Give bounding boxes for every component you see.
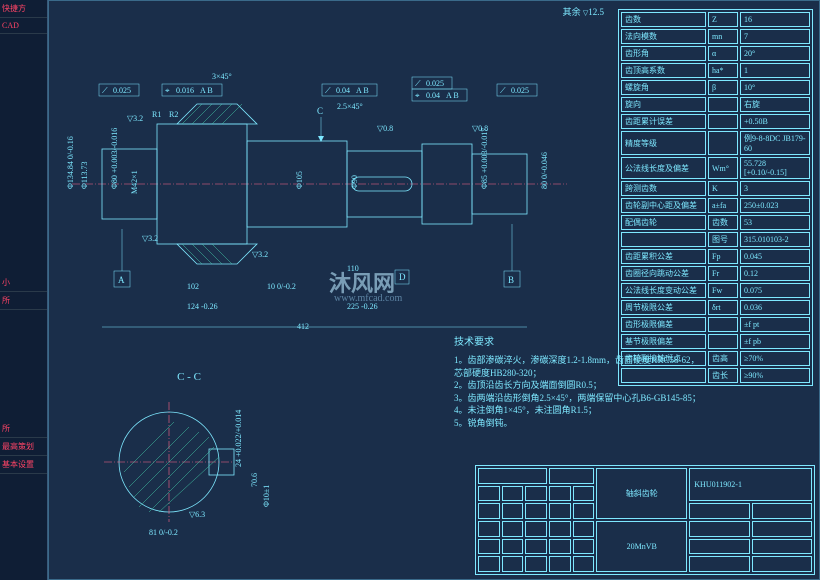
- drawing-canvas: 其余 ▽12.5 齿数Z16法向模数mn7齿形角α20°齿顶高系数ha*1螺旋角…: [48, 0, 820, 580]
- svg-text:▽0.8: ▽0.8: [472, 124, 488, 133]
- svg-text:▽6.3: ▽6.3: [189, 510, 205, 519]
- svg-text:Φ85 +0.003/-0.017: Φ85 +0.003/-0.017: [480, 128, 489, 189]
- svg-text:0.025: 0.025: [426, 79, 444, 88]
- svg-text:⌖: ⌖: [415, 91, 420, 100]
- sidebar-tab[interactable]: 所: [0, 292, 47, 310]
- svg-text:102: 102: [187, 282, 199, 291]
- svg-text:▽3.2: ▽3.2: [127, 114, 143, 123]
- sidebar-tab[interactable]: 最高策划: [0, 438, 47, 456]
- svg-text:R2: R2: [169, 110, 178, 119]
- section-c-c: C - C 81 0/-0.2 24 +0.022/+0.014 70.6 Φ1…: [89, 371, 289, 541]
- svg-text:70.6: 70.6: [250, 473, 259, 487]
- svg-text:Φ105: Φ105: [295, 171, 304, 189]
- svg-text:⌖: ⌖: [165, 86, 170, 95]
- technical-requirements: 技术要求 1。齿部渗碳淬火，渗碳深度1.2-1.8mm，齿面硬度HRC58-62…: [454, 336, 704, 430]
- svg-text:80 0/-0.046: 80 0/-0.046: [540, 152, 549, 189]
- svg-text:⟋: ⟋: [325, 86, 331, 95]
- svg-text:0.025: 0.025: [113, 86, 131, 95]
- svg-text:2.5×45°: 2.5×45°: [337, 102, 363, 111]
- sidebar-tab[interactable]: 小: [0, 274, 47, 292]
- svg-text:R1: R1: [152, 110, 161, 119]
- svg-text:▽0.8: ▽0.8: [377, 124, 393, 133]
- svg-text:▽3.2: ▽3.2: [142, 234, 158, 243]
- svg-text:Φ90: Φ90: [350, 175, 359, 189]
- svg-text:A B: A B: [446, 91, 459, 100]
- sidebar-tab[interactable]: 基本设置: [0, 456, 47, 474]
- svg-text:Φ134.84 0/-0.16: Φ134.84 0/-0.16: [66, 136, 75, 189]
- svg-text:▽3.2: ▽3.2: [252, 250, 268, 259]
- title-block: 轴斜齿轮KHU011902-1 20MnVB: [475, 465, 815, 575]
- sidebar-tab[interactable]: 快捷方: [0, 0, 47, 18]
- svg-text:0.025: 0.025: [511, 86, 529, 95]
- svg-text:M42×1: M42×1: [130, 170, 139, 194]
- svg-text:C: C: [317, 106, 323, 116]
- svg-text:⟋: ⟋: [415, 79, 421, 88]
- svg-text:⟋: ⟋: [500, 86, 506, 95]
- svg-text:24 +0.022/+0.014: 24 +0.022/+0.014: [234, 410, 243, 467]
- svg-text:3×45°: 3×45°: [212, 72, 232, 81]
- watermark-url: www.mfcad.com: [334, 293, 402, 304]
- svg-text:A B: A B: [356, 86, 369, 95]
- svg-text:B: B: [508, 275, 514, 285]
- svg-text:Φ80 +0.003/-0.016: Φ80 +0.003/-0.016: [110, 128, 119, 189]
- svg-text:⟋: ⟋: [102, 86, 108, 95]
- svg-text:Φ113.73: Φ113.73: [80, 161, 89, 189]
- svg-text:0.04: 0.04: [336, 86, 350, 95]
- svg-text:A: A: [118, 275, 125, 285]
- svg-text:0.016: 0.016: [176, 86, 194, 95]
- svg-text:124 -0.26: 124 -0.26: [187, 302, 218, 311]
- svg-text:412: 412: [297, 322, 309, 331]
- svg-text:D: D: [399, 272, 406, 282]
- gear-parameters-table: 齿数Z16法向模数mn7齿形角α20°齿顶高系数ha*1螺旋角β10°旋向右旋齿…: [618, 9, 813, 386]
- svg-text:A B: A B: [200, 86, 213, 95]
- svg-text:Φ10±1: Φ10±1: [262, 485, 271, 507]
- svg-text:0.04: 0.04: [426, 91, 440, 100]
- svg-text:10 0/-0.2: 10 0/-0.2: [267, 282, 296, 291]
- svg-text:81 0/-0.2: 81 0/-0.2: [149, 528, 178, 537]
- sidebar-tab[interactable]: 所: [0, 420, 47, 438]
- sidebar-tab-cad[interactable]: CAD: [0, 18, 47, 34]
